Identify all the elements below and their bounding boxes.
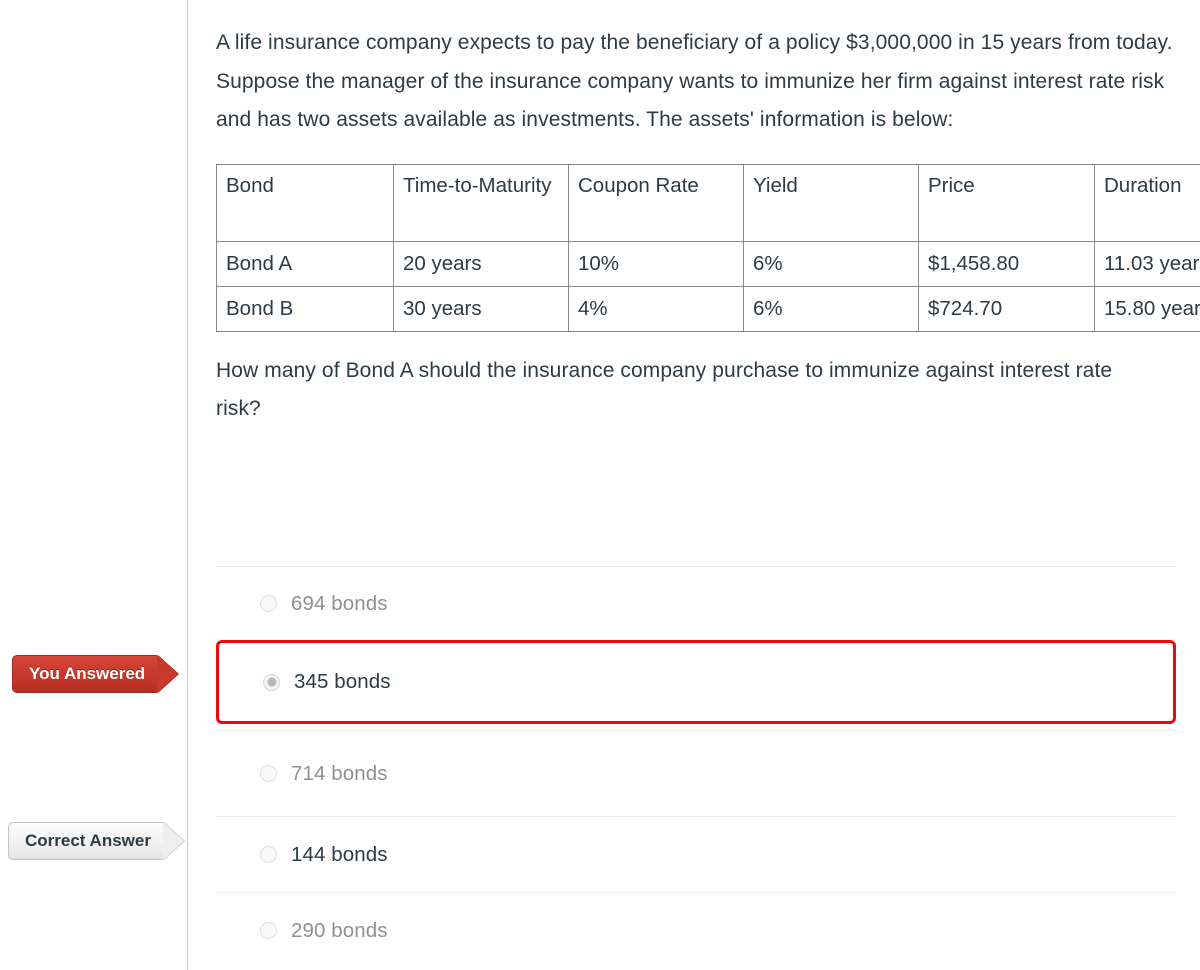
cell-yield: 6% — [743, 285, 919, 332]
cell-maturity: 30 years — [393, 285, 569, 332]
cell-bond-name: Bond B — [216, 285, 394, 332]
answer-option-label: 714 bonds — [291, 761, 388, 785]
answer-option-290[interactable]: 290 bonds — [216, 892, 1176, 968]
correct-answer-badge-label: Correct Answer — [8, 822, 163, 860]
badge-arrow-icon — [157, 655, 179, 693]
answer-option-345-selected[interactable]: 345 bonds — [216, 640, 1176, 724]
cell-duration: 11.03 years — [1094, 240, 1200, 287]
cell-bond-name: Bond A — [216, 240, 394, 287]
table-header-coupon-rate: Coupon Rate — [568, 163, 744, 242]
cell-duration: 15.80 years — [1094, 285, 1200, 332]
cell-coupon: 10% — [568, 240, 744, 287]
answer-option-144-correct[interactable]: 144 bonds — [216, 816, 1176, 892]
table-row: Bond A 20 years 10% 6% $1,458.80 11.03 y… — [216, 240, 1200, 287]
you-answered-badge: You Answered — [12, 655, 179, 693]
cell-price: $1,458.80 — [918, 240, 1095, 287]
answer-option-label: 290 bonds — [291, 918, 388, 942]
cell-price: $724.70 — [918, 285, 1095, 332]
cell-coupon: 4% — [568, 285, 744, 332]
question-body: A life insurance company expects to pay … — [216, 24, 1200, 429]
table-header-duration: Duration — [1094, 163, 1200, 242]
table-header-bond: Bond — [216, 163, 394, 242]
table-header-price: Price — [918, 163, 1095, 242]
answer-option-label: 144 bonds — [291, 842, 388, 866]
radio-button-selected-icon[interactable] — [263, 673, 280, 691]
answer-option-label: 694 bonds — [291, 591, 388, 615]
table-row: Bond B 30 years 4% 6% $724.70 15.80 year… — [216, 285, 1200, 332]
radio-button-icon[interactable] — [260, 765, 277, 782]
question-prompt-text: How many of Bond A should the insurance … — [216, 358, 1113, 421]
question-intro-text: A life insurance company expects to pay … — [216, 31, 1173, 131]
you-answered-badge-label: You Answered — [12, 655, 158, 693]
radio-button-icon[interactable] — [260, 922, 277, 939]
cell-yield: 6% — [743, 240, 919, 287]
radio-button-icon[interactable] — [260, 595, 277, 612]
cell-maturity: 20 years — [393, 240, 569, 287]
table-header-maturity: Time-to-Maturity — [393, 163, 569, 242]
radio-button-icon[interactable] — [260, 846, 277, 863]
bond-information-table: Bond Time-to-Maturity Coupon Rate Yield … — [216, 163, 1200, 332]
table-header-yield: Yield — [743, 163, 919, 242]
badge-arrow-icon — [162, 822, 184, 860]
table-header-row: Bond Time-to-Maturity Coupon Rate Yield … — [216, 163, 1200, 242]
answer-option-694[interactable]: 694 bonds — [216, 566, 1176, 640]
correct-answer-badge: Correct Answer — [8, 822, 184, 860]
answer-options-list: 694 bonds 345 bonds 714 bonds 144 bonds … — [216, 566, 1176, 968]
answer-option-label: 345 bonds — [294, 670, 391, 693]
gutter-divider — [187, 0, 188, 970]
answer-option-714[interactable]: 714 bonds — [216, 730, 1176, 816]
